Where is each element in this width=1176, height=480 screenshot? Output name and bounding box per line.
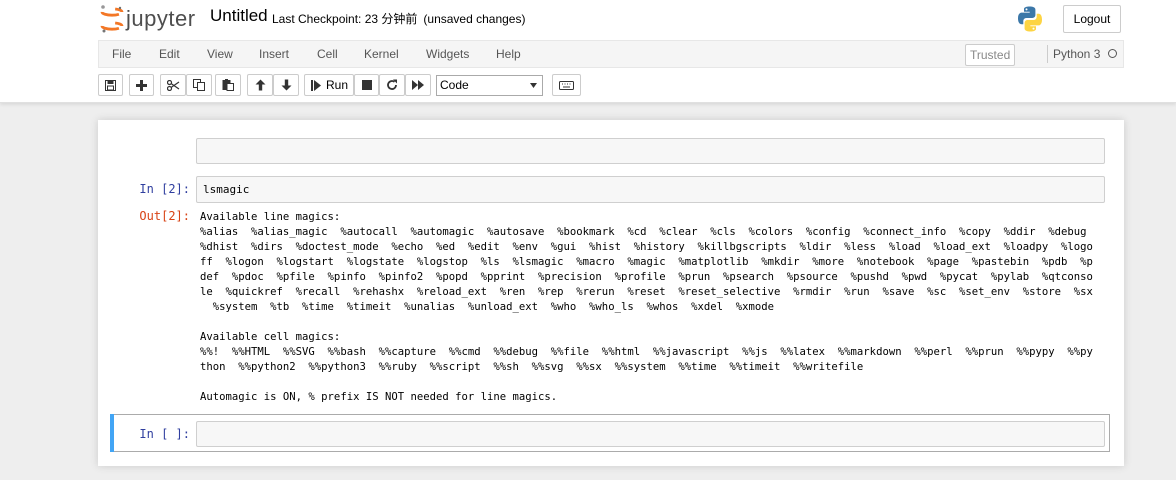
restart-button[interactable]: [379, 74, 405, 96]
checkpoint-status: Last Checkpoint: 23 分钟前 (unsaved changes): [272, 10, 525, 27]
jupyter-logo[interactable]: jupyter: [100, 4, 196, 34]
copy-icon: [193, 79, 205, 91]
menu-kernel[interactable]: Kernel: [364, 41, 399, 69]
fast-forward-icon: [411, 80, 424, 90]
kernel-name[interactable]: Python 3: [1053, 41, 1100, 67]
kernel-divider: [1047, 45, 1048, 63]
header: jupyter Untitled Last Checkpoint: 23 分钟前…: [0, 0, 1176, 103]
stop-icon: [361, 80, 372, 90]
code-text: lsmagic: [203, 183, 250, 196]
restart-run-all-button[interactable]: [405, 74, 431, 96]
menu-view[interactable]: View: [207, 41, 233, 69]
chevron-down-icon: [530, 83, 537, 88]
paste-button[interactable]: [215, 74, 241, 96]
kernel-idle-icon: [1108, 49, 1117, 58]
cut-icon: [166, 79, 179, 91]
interrupt-button[interactable]: [354, 74, 379, 96]
plus-icon: [136, 79, 147, 91]
move-up-button[interactable]: [247, 74, 273, 96]
menu-bar: File Edit View Insert Cell Kernel Widget…: [98, 40, 1124, 68]
menu-help[interactable]: Help: [496, 41, 521, 69]
trusted-indicator[interactable]: Trusted: [965, 44, 1016, 66]
paste-icon: [222, 79, 234, 91]
notebook-name[interactable]: Untitled: [210, 6, 268, 26]
menu-edit[interactable]: Edit: [159, 41, 180, 69]
move-down-button[interactable]: [273, 74, 299, 96]
empty-input-prompt: In [ ]:: [139, 427, 190, 441]
arrow-up-icon: [255, 79, 265, 91]
save-button[interactable]: [98, 74, 123, 96]
menu-file[interactable]: File: [112, 41, 131, 69]
checkpoint-text: Last Checkpoint: 23 分钟前: [272, 12, 418, 26]
input-prompt: In [2]:: [139, 182, 190, 196]
menu-widgets[interactable]: Widgets: [426, 41, 469, 69]
refresh-icon: [387, 79, 397, 90]
copy-button[interactable]: [186, 74, 212, 96]
cell-output: Available line magics: %alias %alias_mag…: [200, 211, 1093, 403]
jupyter-logo-icon: [100, 5, 124, 33]
notebook-container: In [2]: lsmagic Out[2]: Available line m…: [98, 120, 1124, 466]
python-logo-icon: [1016, 5, 1044, 36]
cell-type-select[interactable]: Code: [436, 75, 543, 96]
run-button[interactable]: Run: [304, 74, 354, 96]
menu-insert[interactable]: Insert: [259, 41, 289, 69]
unsaved-changes-text: (unsaved changes): [423, 12, 526, 26]
cell-input-code[interactable]: lsmagic: [196, 176, 1105, 203]
output-prompt: Out[2]:: [139, 209, 190, 223]
step-forward-icon: [311, 79, 321, 91]
menu-cell[interactable]: Cell: [317, 41, 338, 69]
keyboard-icon: [559, 80, 574, 90]
logout-button[interactable]: Logout: [1063, 5, 1121, 33]
cell-input-previous[interactable]: [196, 138, 1105, 164]
save-icon: [105, 79, 116, 91]
arrow-down-icon: [281, 79, 291, 91]
selected-cell-indicator: [110, 414, 114, 452]
cell-input-empty[interactable]: [196, 421, 1105, 447]
cell-type-value: Code: [440, 78, 469, 92]
jupyter-wordmark: jupyter: [126, 6, 196, 31]
command-palette-button[interactable]: [552, 74, 581, 96]
cut-button[interactable]: [160, 74, 186, 96]
run-label: Run: [326, 78, 349, 92]
insert-cell-button[interactable]: [129, 74, 154, 96]
